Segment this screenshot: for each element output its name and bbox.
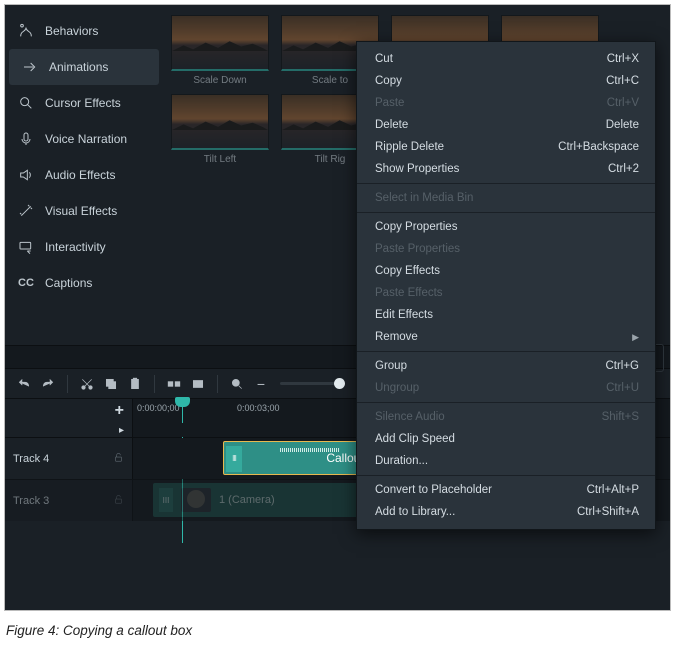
menu-item-copy[interactable]: CopyCtrl+C: [357, 70, 655, 92]
figure-caption: Figure 4: Copying a callout box: [0, 615, 675, 654]
zoom-slider[interactable]: [280, 382, 340, 385]
interactivity-icon: [17, 238, 35, 256]
sidebar-label: Audio Effects: [45, 168, 116, 182]
menu-item-copy-properties[interactable]: Copy Properties: [357, 216, 655, 238]
lock-icon[interactable]: [113, 494, 124, 508]
menu-item-convert-to-placeholder[interactable]: Convert to PlaceholderCtrl+Alt+P: [357, 479, 655, 501]
sidebar-item-visual-effects[interactable]: Visual Effects: [5, 193, 163, 229]
cut-icon[interactable]: [78, 375, 96, 393]
zoom-out-icon[interactable]: −: [252, 375, 270, 393]
plus-icon: +: [115, 402, 124, 420]
menu-item-ungroup: UngroupCtrl+U: [357, 377, 655, 399]
speaker-icon: [17, 166, 35, 184]
menu-item-cut[interactable]: CutCtrl+X: [357, 48, 655, 70]
sidebar-label: Interactivity: [45, 240, 106, 254]
menu-item-silence-audio: Silence AudioShift+S: [357, 406, 655, 428]
context-menu: CutCtrl+XCopyCtrl+CPasteCtrl+VDeleteDele…: [356, 41, 656, 530]
sidebar-label: Captions: [45, 276, 92, 290]
animations-icon: [21, 58, 39, 76]
track-header[interactable]: Track 4: [5, 438, 133, 479]
menu-item-paste-effects: Paste Effects: [357, 282, 655, 304]
sidebar-label: Animations: [49, 60, 108, 74]
clip-handle-left[interactable]: [226, 446, 242, 472]
menu-item-add-clip-speed[interactable]: Add Clip Speed: [357, 428, 655, 450]
clip-waveform-icon: [280, 448, 340, 452]
effects-sidebar: Behaviors Animations Cursor Effects Voic…: [5, 5, 163, 345]
cc-icon: CC: [17, 274, 35, 292]
track-header[interactable]: Track 3: [5, 480, 133, 521]
paste-icon[interactable]: [126, 375, 144, 393]
sidebar-item-cursor-effects[interactable]: Cursor Effects: [5, 85, 163, 121]
animation-thumb[interactable]: Tilt Left: [171, 94, 269, 165]
sidebar-item-animations[interactable]: Animations: [9, 49, 159, 85]
behaviors-icon: [17, 22, 35, 40]
menu-item-paste: PasteCtrl+V: [357, 92, 655, 114]
undo-icon[interactable]: [15, 375, 33, 393]
redo-icon[interactable]: [39, 375, 57, 393]
copy-icon[interactable]: [102, 375, 120, 393]
sidebar-label: Cursor Effects: [45, 96, 121, 110]
sidebar-item-captions[interactable]: CC Captions: [5, 265, 163, 301]
chevron-right-icon: ▸: [119, 425, 124, 436]
sidebar-item-audio-effects[interactable]: Audio Effects: [5, 157, 163, 193]
sidebar-label: Voice Narration: [45, 132, 127, 146]
zoom-icon: [228, 375, 246, 393]
cursor-effects-icon: [17, 94, 35, 112]
track-expand-toggle[interactable]: ▸: [5, 423, 133, 437]
lock-icon[interactable]: [113, 452, 124, 466]
chevron-right-icon: ▶: [632, 332, 639, 343]
menu-item-duration[interactable]: Duration...: [357, 450, 655, 472]
sidebar-item-behaviors[interactable]: Behaviors: [5, 13, 163, 49]
sidebar-item-interactivity[interactable]: Interactivity: [5, 229, 163, 265]
menu-item-edit-effects[interactable]: Edit Effects: [357, 304, 655, 326]
playhead-handle[interactable]: [175, 397, 190, 407]
add-track-button[interactable]: +: [5, 399, 133, 423]
sidebar-label: Behaviors: [45, 24, 98, 38]
sidebar-label: Visual Effects: [45, 204, 117, 218]
menu-item-select-in-media-bin: Select in Media Bin: [357, 187, 655, 209]
menu-item-ripple-delete[interactable]: Ripple DeleteCtrl+Backspace: [357, 136, 655, 158]
marker-icon[interactable]: [189, 375, 207, 393]
menu-item-paste-properties: Paste Properties: [357, 238, 655, 260]
menu-item-remove[interactable]: Remove▶: [357, 326, 655, 348]
menu-item-copy-effects[interactable]: Copy Effects: [357, 260, 655, 282]
animation-thumb[interactable]: Scale Down: [171, 15, 269, 86]
clip-thumbnail: [181, 488, 211, 512]
split-icon[interactable]: [165, 375, 183, 393]
sidebar-item-voice-narration[interactable]: Voice Narration: [5, 121, 163, 157]
clip-handle-left[interactable]: III: [159, 488, 173, 512]
wand-icon: [17, 202, 35, 220]
menu-item-add-to-library[interactable]: Add to Library...Ctrl+Shift+A: [357, 501, 655, 523]
menu-item-delete[interactable]: DeleteDelete: [357, 114, 655, 136]
menu-item-show-properties[interactable]: Show PropertiesCtrl+2: [357, 158, 655, 180]
mic-icon: [17, 130, 35, 148]
menu-item-group[interactable]: GroupCtrl+G: [357, 355, 655, 377]
